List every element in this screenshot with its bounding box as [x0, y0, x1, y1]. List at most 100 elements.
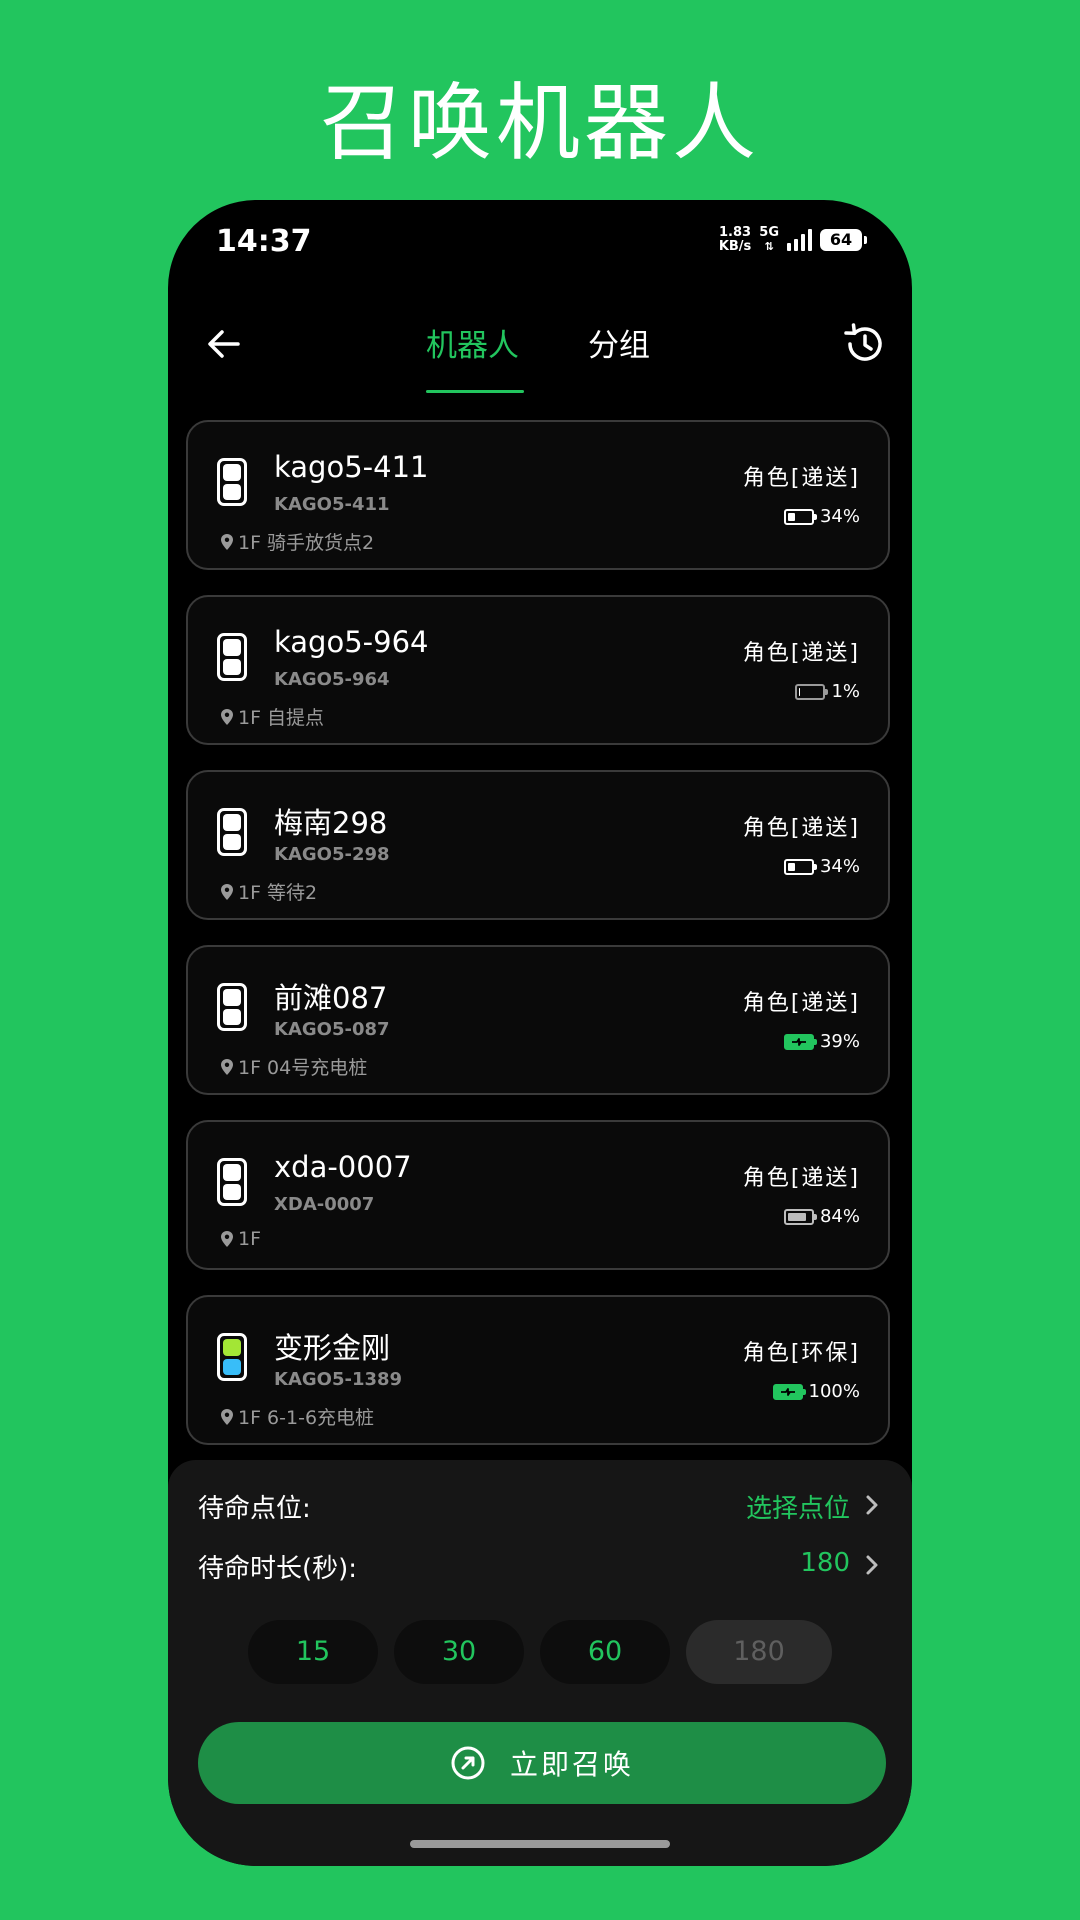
data-arrows-icon: ⇅ [764, 240, 774, 253]
robot-battery-percent: 100% [808, 1381, 860, 1402]
robot-location: 1F 6-1-6充电桩 [220, 1403, 374, 1430]
history-icon[interactable] [840, 320, 888, 368]
robot-name: kago5-964 [274, 625, 429, 659]
back-arrow-icon[interactable] [202, 322, 246, 366]
standby-duration-value[interactable]: 180 [800, 1548, 850, 1578]
chevron-right-icon [866, 1495, 878, 1515]
tab-robots[interactable]: 机器人 [426, 320, 519, 380]
robot-location: 1F 自提点 [220, 703, 324, 730]
header: 机器人 分组 [168, 290, 912, 400]
summon-now-label: 立即召唤 [509, 1748, 634, 1781]
robot-battery-percent: 34% [819, 506, 860, 527]
duration-options: 15 30 60 180 [248, 1620, 832, 1684]
location-pin-icon [221, 1408, 233, 1425]
standby-duration-row[interactable]: 待命时长(秒): 180 [198, 1542, 888, 1586]
robot-name: 前滩087 [274, 981, 388, 1015]
robot-code: KAGO5-087 [274, 1019, 390, 1040]
duration-option-30[interactable]: 30 [394, 1620, 524, 1684]
duration-option-180[interactable]: 180 [686, 1620, 832, 1684]
robot-code: KAGO5-411 [274, 494, 390, 515]
standby-duration-label: 待命时长(秒): [198, 1554, 358, 1584]
robot-location-text: 1F 骑手放货点2 [238, 532, 375, 554]
robot-code: KAGO5-1389 [274, 1369, 403, 1390]
battery-icon [783, 508, 817, 525]
net-speed-value: 1.83 [719, 225, 752, 240]
robot-location-text: 1F 6-1-6充电桩 [238, 1407, 375, 1429]
standby-point-value[interactable]: 选择点位 [746, 1488, 850, 1525]
robot-icon [217, 1158, 247, 1206]
robot-role: 角色[递送] [742, 466, 860, 491]
robot-location: 1F [220, 1228, 261, 1250]
robot-card[interactable]: kago5-411 KAGO5-411 1F 骑手放货点2 角色[递送] 34% [186, 420, 890, 570]
network-label: 5G [759, 225, 779, 240]
chevron-right-icon [866, 1555, 878, 1575]
robot-card[interactable]: xda-0007 XDA-0007 1F 角色[递送] 84% [186, 1120, 890, 1270]
location-pin-icon [221, 708, 233, 725]
signal-icon [787, 229, 812, 251]
robot-battery-percent: 84% [819, 1206, 860, 1227]
location-pin-icon [221, 1231, 233, 1247]
battery-charging-icon [783, 1033, 817, 1050]
battery-icon [795, 683, 829, 700]
battery-icon [783, 1208, 817, 1225]
robot-card[interactable]: 变形金刚 KAGO5-1389 1F 6-1-6充电桩 角色[环保] 100% [186, 1295, 890, 1445]
summon-panel: 待命点位: 选择点位 待命时长(秒): 180 15 30 60 180 立即召… [168, 1460, 912, 1866]
net-speed: 1.83 KB/s [719, 226, 751, 254]
robot-color-icon [217, 1333, 247, 1381]
duration-option-60[interactable]: 60 [540, 1620, 670, 1684]
robot-role: 角色[递送] [742, 1166, 860, 1191]
battery-icon [783, 858, 817, 875]
robot-icon [217, 633, 247, 681]
robot-location-text: 1F 等待2 [238, 882, 318, 904]
status-indicators: 1.83 KB/s 5G ⇅ 64 [719, 226, 867, 254]
robot-name: 梅南298 [274, 806, 388, 840]
location-pin-icon [221, 883, 233, 900]
standby-point-row[interactable]: 待命点位: 选择点位 [198, 1482, 888, 1526]
robot-role: 角色[递送] [742, 816, 860, 841]
robot-location-text: 1F [238, 1228, 262, 1250]
robot-name: kago5-411 [274, 450, 429, 484]
home-indicator [410, 1840, 670, 1848]
tab-active-indicator [426, 390, 524, 393]
robot-role: 角色[递送] [742, 641, 860, 666]
robot-code: KAGO5-964 [274, 669, 390, 690]
robot-location: 1F 等待2 [220, 878, 317, 905]
robot-location-text: 1F 自提点 [238, 707, 325, 729]
robot-list: kago5-411 KAGO5-411 1F 骑手放货点2 角色[递送] 34%… [186, 420, 894, 1470]
robot-icon [217, 983, 247, 1031]
robot-card[interactable]: kago5-964 KAGO5-964 1F 自提点 角色[递送] 1% [186, 595, 890, 745]
robot-battery-percent: 39% [819, 1031, 860, 1052]
net-speed-unit: KB/s [718, 239, 752, 254]
tab-groups[interactable]: 分组 [588, 320, 650, 380]
location-pin-icon [221, 533, 233, 550]
robot-battery: 84% [783, 1206, 860, 1227]
standby-point-label: 待命点位: [198, 1494, 311, 1524]
robot-card[interactable]: 前滩087 KAGO5-087 1F 04号充电桩 角色[递送] 39% [186, 945, 890, 1095]
network-type: 5G ⇅ [759, 226, 779, 254]
robot-location: 1F 04号充电桩 [220, 1053, 367, 1080]
robot-icon [217, 808, 247, 856]
robot-role: 角色[递送] [742, 991, 860, 1016]
robot-card[interactable]: 梅南298 KAGO5-298 1F 等待2 角色[递送] 34% [186, 770, 890, 920]
robot-code: KAGO5-298 [274, 844, 390, 865]
summon-arrow-icon [451, 1746, 485, 1780]
summon-now-button[interactable]: 立即召唤 [198, 1722, 886, 1804]
robot-battery: 34% [783, 506, 860, 527]
status-battery-icon: 64 [820, 229, 867, 251]
robot-battery: 34% [783, 856, 860, 877]
robot-name: 变形金刚 [274, 1331, 391, 1365]
robot-role: 角色[环保] [742, 1341, 860, 1366]
robot-battery-percent: 34% [819, 856, 860, 877]
status-bar: 14:37 1.83 KB/s 5G ⇅ 64 [168, 200, 912, 290]
robot-location: 1F 骑手放货点2 [220, 528, 374, 555]
robot-icon [217, 458, 247, 506]
duration-option-15[interactable]: 15 [248, 1620, 378, 1684]
status-time: 14:37 [216, 224, 312, 259]
robot-location-text: 1F 04号充电桩 [238, 1057, 368, 1079]
phone-frame: 14:37 1.83 KB/s 5G ⇅ 64 机器人 分组 kago5-411… [168, 200, 912, 1866]
robot-battery: 100% [772, 1381, 860, 1402]
robot-battery-percent: 1% [831, 681, 860, 702]
robot-name: xda-0007 [274, 1150, 412, 1184]
battery-charging-icon [772, 1383, 806, 1400]
banner-title: 召唤机器人 [319, 74, 760, 172]
